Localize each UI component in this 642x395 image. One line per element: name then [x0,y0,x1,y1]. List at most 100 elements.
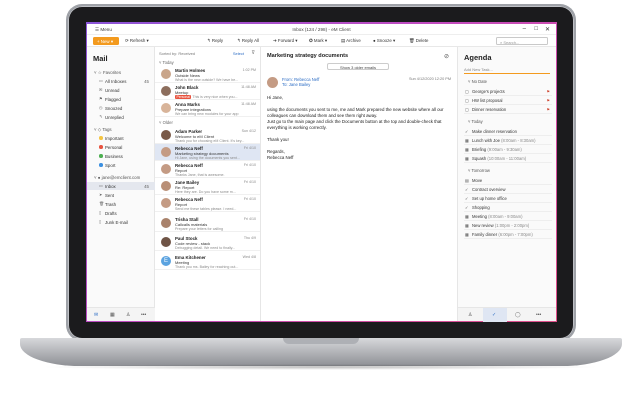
snooze-button[interactable]: ● Snooze ▾ [373,38,395,44]
sidebar-item-sent[interactable]: ➤ Sent [87,191,155,199]
draft-icon: ▯ [99,210,102,215]
agenda-group-tomorrow[interactable]: ˅ Tomorrow [464,166,552,175]
calendar-icon[interactable]: ▦ [110,312,115,318]
favorites-group[interactable]: ˅ ☆ Favorites [87,68,155,76]
list-item[interactable]: E Ema Kitchener Wed 4/8 Meeting Thank yo… [155,253,260,270]
list-item[interactable]: Adam Parker Sun 4/12 Welcome to eM Clien… [155,127,260,144]
group-header-today[interactable]: ˅ Today [159,60,174,65]
sidebar-item-tag-personal[interactable]: Personal [87,143,155,151]
chat-icon[interactable]: ◯ [515,312,521,318]
laptop-notch [283,338,359,344]
group-label: Today [471,119,483,124]
list-item[interactable]: Anna Marks 11:48 AM Prepare integrations… [155,100,260,117]
reply-label: Reply [211,38,224,43]
list-item-selected[interactable]: Rebecca Neff Fri 4/10 Marketing strategy… [155,144,260,161]
agenda-item[interactable]: ▦ Briefing (9:00am - 9:30am) [464,145,552,154]
list-item[interactable]: Rebecca Neff Fri 4/10 Report Send me the… [155,195,260,212]
sidebar-item-unread[interactable]: ✉ Unread [87,86,155,94]
sidebar-item-inbox[interactable]: ▭ Inbox 45 [87,182,155,190]
sidebar-item-unreplied[interactable]: ↰ Unreplied [87,113,155,121]
mark-label: Mark [313,38,324,43]
reply-button[interactable]: ↰ Reply [207,38,223,44]
tags-group[interactable]: ˅ ◇ Tags [87,125,155,133]
group-header-older[interactable]: ˅ Older [159,120,173,125]
sidebar-item-all-inboxes[interactable]: ▭ All Inboxes 45 [87,77,155,85]
close-icon[interactable]: ✕ [545,26,550,33]
list-item[interactable]: Martin Holmes 1:02 PM Outside News What … [155,66,260,83]
account-group[interactable]: ˅ ● jane@emclient.com [87,173,155,181]
sidebar-item-snoozed[interactable]: ◷ Snoozed [87,104,155,112]
reply-all-button[interactable]: ↰ Reply All [237,38,259,44]
list-item[interactable]: Jane Bailey Fri 4/10 Re: Report Here the… [155,178,260,195]
more-icon[interactable]: ••• [536,312,541,318]
timestamp: Sun 4/12 [241,129,256,133]
preview: Prepare your letters for calling [175,226,223,231]
tag-badge: Personal [175,94,192,99]
agenda-group-today[interactable]: ˅ Today [464,117,552,126]
sidebar-item-flagged[interactable]: ⚑ Flagged [87,95,155,103]
agenda-item[interactable]: ✓ Shopping [464,203,552,212]
agenda-item[interactable]: ✓ Make dinner reservation [464,127,552,136]
sidebar-item-label: Inbox [105,184,116,189]
agenda-item[interactable]: ✓ Set up home office [464,194,552,203]
minimize-icon[interactable]: – [523,26,526,32]
sidebar-item-junk[interactable]: ▯ Junk E-mail [87,218,155,226]
sidebar-item-drafts[interactable]: ▯ Drafts [87,209,155,217]
sidebar-item-trash[interactable]: 🗑 Trash [87,200,155,208]
sidebar-item-label: Business [105,154,123,159]
agenda-item[interactable]: ▤ Move [464,176,552,185]
calendar-icon: ▦ [465,138,469,143]
contacts-icon[interactable]: ♙ [126,312,130,318]
task-icon: ▢ [465,89,469,94]
tasks-icon[interactable]: ✓ [492,312,496,318]
agenda-item[interactable]: ▦ Family dinner (6:00pm - 7:00pm) [464,230,552,239]
avatar [161,86,171,96]
agenda-item[interactable]: ▦ New review (1:00pm - 2:00pm) [464,221,552,230]
search-input[interactable]: ⌕ Search... [496,37,548,45]
agenda-group-no-date[interactable]: ˅ No Date [464,77,552,86]
signature: Rebecca Neff [267,155,294,160]
filter-icon[interactable]: ⊽ [251,50,255,56]
link-icon[interactable]: ⊘ [444,53,449,60]
preview: Thank you ms. Bailey for reaching out... [175,264,239,269]
list-item[interactable]: Trisha Stall Fri 4/10 Callcalls material… [155,215,260,232]
new-button[interactable]: + New ▾ [93,37,119,45]
agenda-item[interactable]: ▦ Lunch with Joe (8:00am - 8:30am) [464,136,552,145]
forward-button[interactable]: ➔ Forward ▾ [273,38,297,44]
mark-button[interactable]: ✪ Mark ▾ [309,38,327,44]
sidebar-item-tag-business[interactable]: Business [87,152,155,160]
avatar [161,218,171,228]
sidebar-item-label: Trash [105,202,117,207]
agenda-item[interactable]: ▦ Meeting (8:00am - 9:00am) [464,212,552,221]
agenda-item[interactable]: ▢ George's projects ⚑ [464,87,552,96]
agenda-item[interactable]: ▦ Squash (10:00am - 11:00am) [464,154,552,163]
sidebar-item-tag-important[interactable]: Important [87,134,155,142]
agenda-item[interactable]: ▢ HW list proposal ⚑ [464,96,552,105]
mail-icon[interactable]: ✉ [94,312,98,318]
sidebar-item-tag-sport[interactable]: Sport [87,161,155,169]
add-task-input[interactable]: Add New Task... [464,66,550,74]
maximize-icon[interactable]: □ [534,26,538,32]
agenda-item-time: (9:00am - 9:30am) [487,147,522,152]
select-button[interactable]: Select [233,51,244,56]
agenda-item[interactable]: ▢ Dinner reservation ⚑ [464,105,552,114]
show-older-button[interactable]: Show 3 older emails [327,63,389,70]
contacts-icon[interactable]: ♙ [468,312,472,318]
snooze-label: Snooze [376,38,392,43]
sidebar-item-label: Important [105,136,124,141]
agenda-item[interactable]: ✓ Contract overview [464,185,552,194]
sort-selector[interactable]: Sorted by: Received [159,51,195,56]
preview: We can bring new modules for your app [175,111,239,116]
list-item[interactable]: Paul Stock Thu 4/9 Code review - stack D… [155,234,260,251]
laptop-screen: ☰ Menu Inbox (124 / 298) - eM Client – □… [86,22,557,322]
list-item[interactable]: Rebecca Neff Fri 4/10 Report Thanks Jane… [155,161,260,178]
list-item[interactable]: John Black 11:48 AM Meetup Personal This … [155,83,260,100]
more-icon[interactable]: ••• [141,312,146,318]
unread-count: 45 [144,184,149,189]
archive-button[interactable]: ▤ Archive [341,38,361,44]
to-line[interactable]: To: Jane Bailey [282,82,310,87]
message-date: Sun 4/12/2020 12:20 PM [408,77,451,81]
delete-button[interactable]: 🗑 Delete [409,38,429,44]
refresh-button[interactable]: ⟳ Refresh ▾ [125,38,149,44]
group-label: Older [162,120,173,125]
